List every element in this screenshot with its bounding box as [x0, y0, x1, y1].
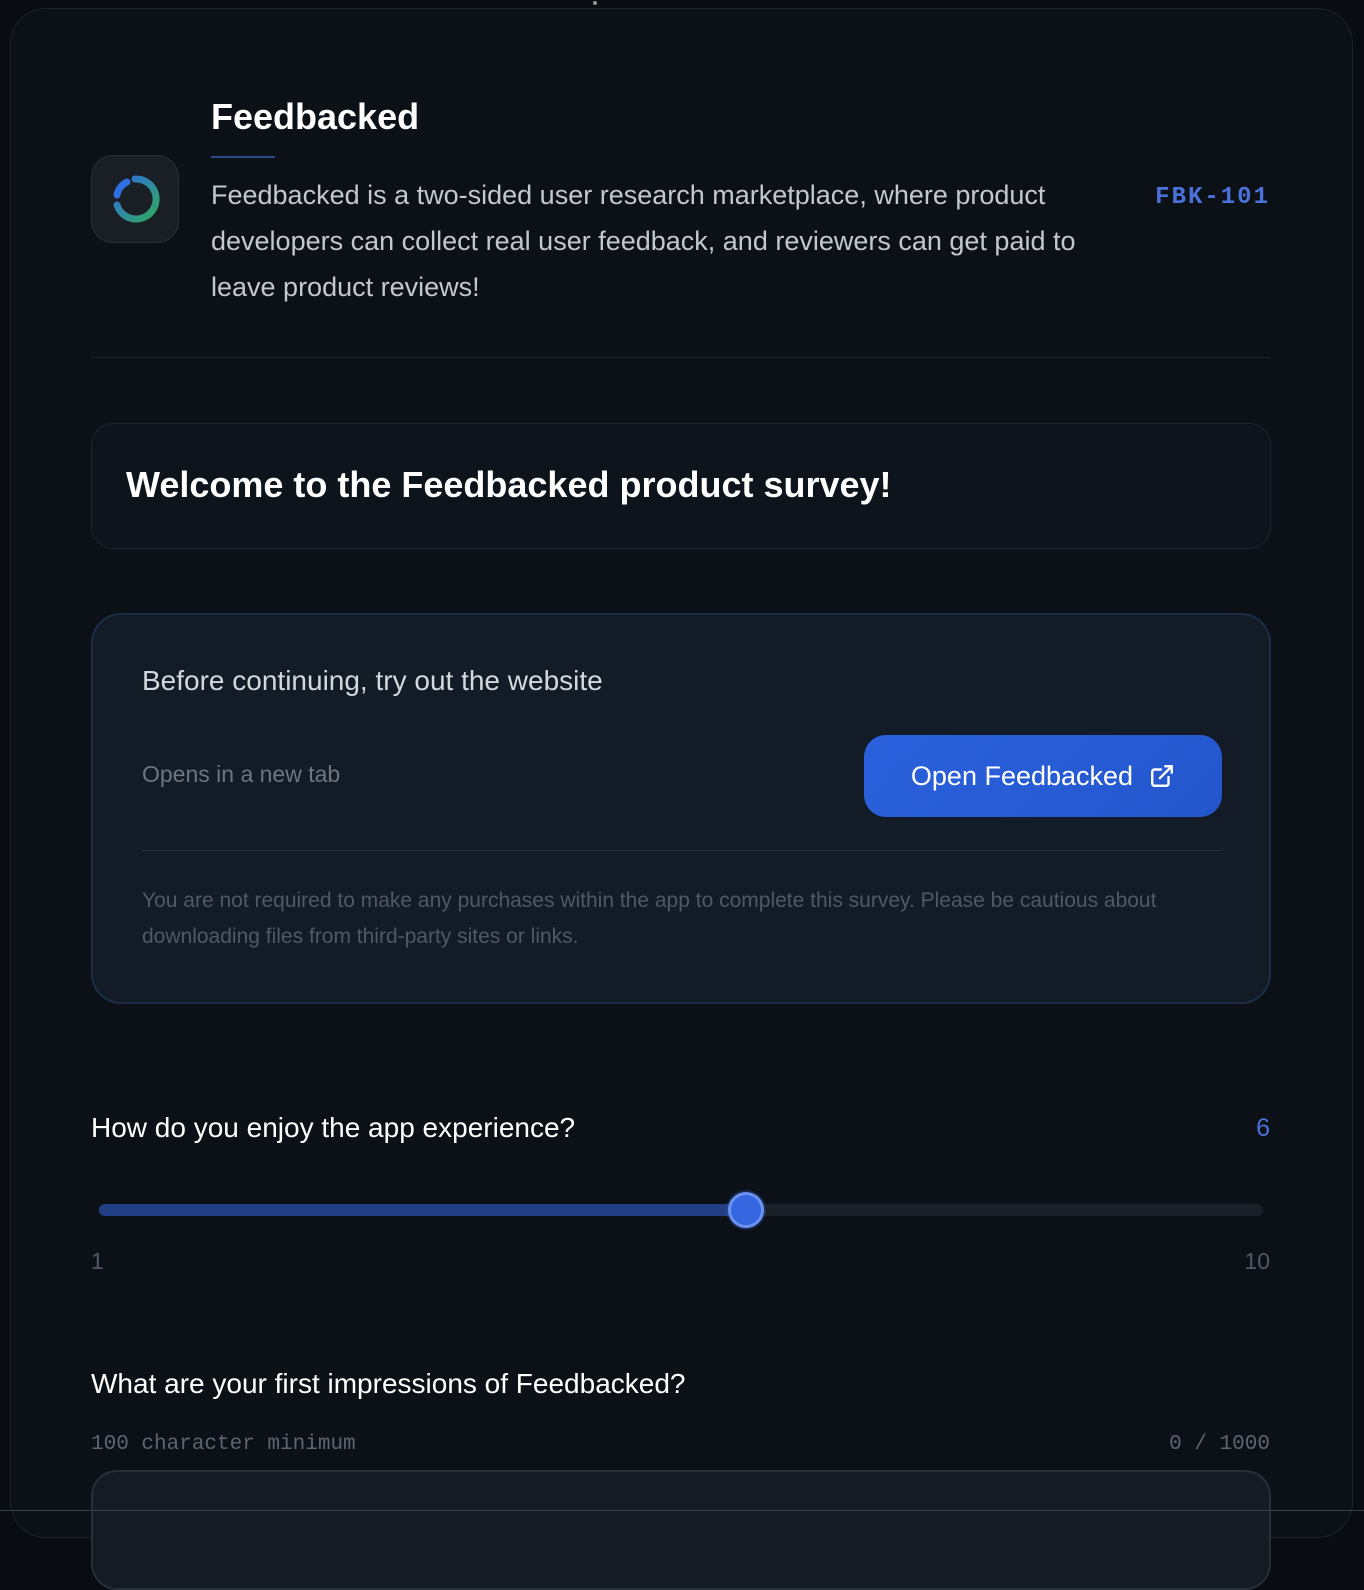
- try-website-heading: Before continuing, try out the website: [142, 665, 603, 696]
- external-link-icon: [1151, 765, 1174, 787]
- safety-disclaimer: You are not required to make any purchas…: [142, 889, 1157, 948]
- welcome-card: Welcome to the Feedbacked product survey…: [91, 423, 1271, 549]
- ring-logo-icon: [113, 175, 160, 223]
- new-tab-note: Opens in a new tab: [142, 761, 341, 787]
- bottom-edge-line: [0, 1510, 1364, 1511]
- app-title: Feedbacked: [211, 96, 420, 137]
- rating-slider-track[interactable]: [99, 1204, 1263, 1216]
- open-feedbacked-button[interactable]: Open Feedbacked: [864, 735, 1222, 817]
- top-indicator-dot: [593, 1, 597, 5]
- rating-question-label: How do you enjoy the app experience?: [91, 1112, 576, 1143]
- slider-min-label: 1: [91, 1248, 104, 1274]
- welcome-title: Welcome to the Feedbacked product survey…: [126, 464, 892, 505]
- header-divider: [91, 357, 1271, 358]
- impressions-textarea[interactable]: [91, 1470, 1271, 1590]
- character-counter: 0 / 1000: [1169, 1433, 1270, 1456]
- app-description: Feedbacked is a two-sided user research …: [211, 180, 1076, 302]
- app-logo: [91, 155, 179, 243]
- app-code-badge: FBK-101: [1155, 184, 1270, 211]
- rating-value: 6: [1256, 1114, 1270, 1142]
- impressions-question-label: What are your first impressions of Feedb…: [91, 1368, 686, 1399]
- slider-max-label: 10: [1244, 1248, 1270, 1274]
- title-underline: [211, 156, 275, 158]
- try-website-card: Before continuing, try out the website O…: [91, 613, 1271, 1004]
- card-divider: [142, 850, 1222, 851]
- character-minimum-hint: 100 character minimum: [91, 1433, 356, 1456]
- rating-slider-thumb[interactable]: [727, 1192, 764, 1228]
- open-feedbacked-label: Open Feedbacked: [910, 760, 1134, 791]
- rating-slider-fill: [99, 1204, 746, 1216]
